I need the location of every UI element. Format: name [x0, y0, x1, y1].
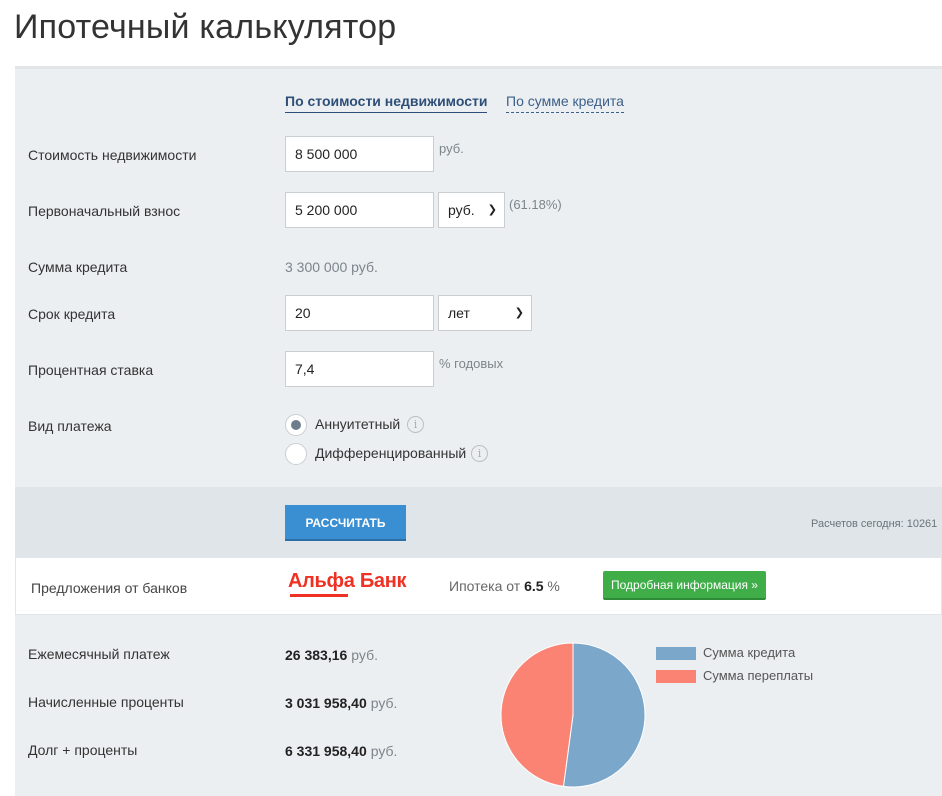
bank-offer-bar: Предложения от банков Альфа Банк Ипотека…	[15, 557, 942, 615]
total-value: 6 331 958,40 руб.	[285, 743, 397, 759]
rate-input[interactable]: 7,4	[285, 351, 434, 387]
offer-rate: Ипотека от 6.5 %	[449, 578, 560, 594]
tab-by-property-cost[interactable]: По стоимости недвижимости	[285, 93, 488, 113]
down-payment-percent: (61.18%)	[509, 197, 562, 212]
rate-unit: % годовых	[439, 356, 504, 371]
legend-label-loan: Сумма кредита	[703, 645, 796, 660]
down-payment-label: Первоначальный взнос	[28, 203, 181, 219]
offer-rate-value: 6.5	[524, 578, 544, 594]
calculate-button[interactable]: РАССЧИТАТЬ	[285, 505, 406, 541]
calculations-counter: Расчетов сегодня: 10261	[811, 518, 938, 530]
down-payment-unit-select[interactable]: руб. ❯	[438, 192, 505, 228]
monthly-payment-value: 26 383,16 руб.	[285, 647, 378, 663]
radio-annuity-control[interactable]	[285, 414, 307, 436]
payment-type-label: Вид платежа	[28, 418, 112, 434]
calculator-panel: По стоимости недвижимости По сумме креди…	[15, 66, 942, 796]
loan-amount-value: 3 300 000 руб.	[285, 259, 378, 275]
rate-label: Процентная ставка	[28, 362, 154, 378]
radio-annuity[interactable]: Аннуитетный i	[285, 414, 485, 438]
down-payment-unit-value: руб.	[448, 202, 475, 218]
term-input[interactable]: 20	[285, 295, 434, 331]
property-cost-unit: руб.	[439, 141, 464, 156]
chevron-down-icon: ❯	[487, 204, 497, 216]
loan-amount-label: Сумма кредита	[28, 259, 128, 275]
info-icon[interactable]: i	[407, 416, 424, 433]
accrued-interest-value: 3 031 958,40 руб.	[285, 695, 397, 711]
offer-rate-unit: %	[547, 578, 560, 594]
radio-differentiated[interactable]: Дифференцированный i	[285, 443, 505, 467]
property-cost-input[interactable]: 8 500 000	[285, 136, 434, 172]
accrued-interest-unit: руб.	[370, 695, 398, 711]
info-icon[interactable]: i	[471, 445, 488, 462]
term-label: Срок кредита	[28, 306, 116, 322]
radio-annuity-label: Аннуитетный	[315, 416, 401, 432]
legend-swatch-overpay	[656, 670, 696, 683]
monthly-payment-label: Ежемесячный платеж	[28, 646, 170, 662]
alfa-bank-logo[interactable]: Альфа Банк	[288, 570, 407, 597]
total-amount: 6 331 958,40	[285, 743, 367, 759]
legend-swatch-loan	[656, 647, 696, 660]
accrued-interest-label: Начисленные проценты	[28, 694, 184, 710]
pie-slice-1	[500, 642, 574, 787]
monthly-payment-amount: 26 383,16	[285, 647, 348, 663]
term-unit-select[interactable]: лет ❯	[438, 295, 532, 331]
total-label: Долг + проценты	[28, 742, 138, 758]
radio-differentiated-control[interactable]	[285, 443, 307, 465]
accrued-interest-amount: 3 031 958,40	[285, 695, 367, 711]
term-unit-value: лет	[448, 305, 470, 321]
property-cost-label: Стоимость недвижимости	[28, 147, 197, 163]
chevron-down-icon: ❯	[514, 307, 524, 319]
down-payment-input[interactable]: 5 200 000	[285, 192, 434, 228]
tab-by-loan-amount[interactable]: По сумме кредита	[506, 93, 624, 113]
legend-label-overpay: Сумма переплаты	[703, 668, 814, 683]
bank-offers-label: Предложения от банков	[31, 580, 188, 596]
pie-slice-0	[562, 642, 646, 788]
page-title: Ипотечный калькулятор	[14, 8, 397, 46]
payment-pie-chart	[500, 642, 646, 788]
radio-differentiated-label: Дифференцированный	[315, 445, 467, 461]
offer-rate-prefix: Ипотека от	[449, 578, 521, 594]
total-unit: руб.	[370, 743, 398, 759]
more-info-button[interactable]: Подробная информация »	[603, 571, 766, 600]
action-bar: РАССЧИТАТЬ Расчетов сегодня: 10261	[15, 487, 942, 557]
monthly-payment-unit: руб.	[351, 647, 378, 663]
